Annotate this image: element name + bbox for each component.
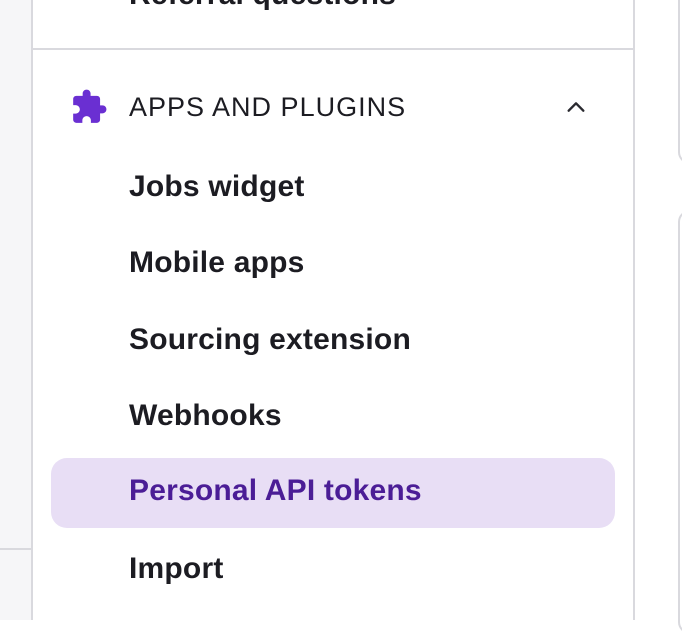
content-card (678, 210, 682, 634)
left-pane-divider (0, 548, 31, 550)
section-title: APPS AND PLUGINS (129, 92, 407, 122)
puzzle-icon (73, 89, 107, 123)
left-pane (0, 0, 31, 620)
content-card (678, 0, 682, 164)
sidebar-item-import[interactable]: Import (51, 536, 615, 606)
sidebar-item-label: Sourcing extension (129, 323, 411, 356)
sidebar-item-mobile-apps[interactable]: Mobile apps (51, 230, 615, 300)
section-header-apps-and-plugins[interactable]: APPS AND PLUGINS (33, 72, 633, 142)
chevron-up-icon[interactable] (565, 96, 587, 118)
sidebar-item-jobs-widget[interactable]: Jobs widget (51, 154, 615, 224)
sidebar-item-referral-questions[interactable]: Referral questions (129, 0, 396, 12)
sidebar-item-personal-api-tokens[interactable]: Personal API tokens (51, 458, 615, 528)
right-pane (635, 0, 682, 634)
section-divider (33, 48, 633, 50)
sidebar-item-label: Jobs widget (129, 170, 305, 203)
sidebar-item-webhooks[interactable]: Webhooks (51, 383, 615, 453)
sidebar-item-label: Mobile apps (129, 246, 305, 279)
settings-sidebar: Referral questions APPS AND PLUGINS Jobs… (31, 0, 635, 620)
sidebar-item-label: Import (129, 552, 224, 585)
sidebar-item-label: Personal API tokens (129, 474, 422, 507)
sidebar-item-label: Webhooks (129, 399, 282, 432)
sidebar-item-sourcing-extension[interactable]: Sourcing extension (51, 307, 615, 377)
